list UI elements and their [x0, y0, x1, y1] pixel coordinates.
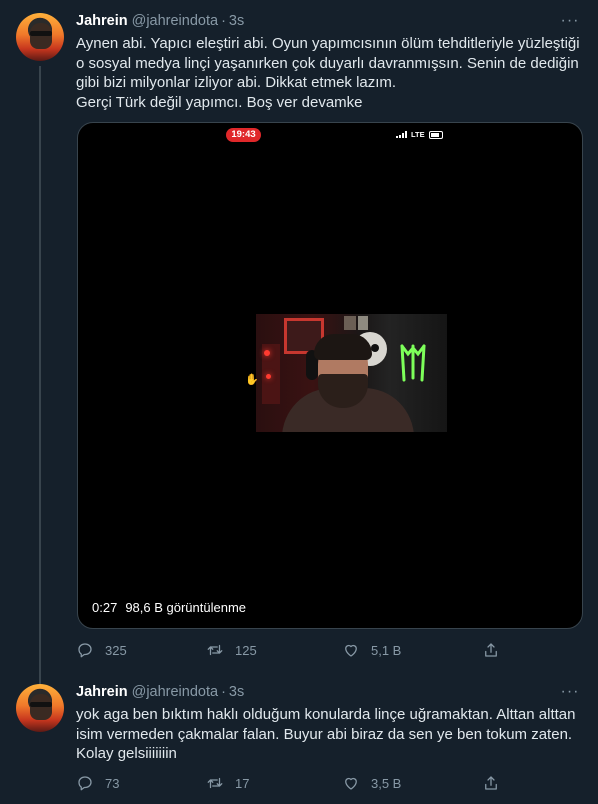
video-duration: 0:27	[92, 600, 118, 615]
like-count: 5,1 B	[371, 642, 402, 658]
like-button[interactable]: 5,1 B	[342, 640, 401, 660]
retweet-count: 125	[235, 642, 257, 658]
tweet-1[interactable]: Jahrein @jahreindota · 3s ··· Aynen abi.…	[0, 0, 598, 684]
monster-logo-icon	[400, 344, 426, 382]
avatar[interactable]	[16, 684, 64, 732]
tweet-timestamp[interactable]: 3s	[229, 684, 244, 700]
thread-connector	[39, 66, 41, 684]
signal-icon	[396, 131, 407, 138]
tweet-text-line: gibi bizi milyonlar izliyor abi. Dikkat …	[76, 74, 397, 91]
display-name[interactable]: Jahrein	[76, 684, 128, 700]
video-meta: 0:27 98,6 B görüntülenme	[92, 600, 246, 615]
separator-dot: ·	[221, 684, 226, 700]
like-button[interactable]: 3,5 B	[342, 773, 401, 793]
reply-button[interactable]: 73	[76, 773, 119, 793]
tweet-timestamp[interactable]: 3s	[229, 13, 244, 29]
tweet-text: Aynen abi. Yapıcı eleştiri abi. Oyun yap…	[76, 34, 581, 112]
retweet-icon	[207, 644, 223, 656]
avatar-face	[30, 694, 52, 720]
tweet-actions: 73 17 3,5 B	[76, 773, 516, 793]
mouse-cursor-icon: ✋	[245, 374, 259, 386]
heart-icon	[345, 777, 357, 790]
tweet-text-line: yok aga ben bıktım haklı olduğum konular…	[76, 706, 576, 723]
display-name[interactable]: Jahrein	[76, 13, 128, 29]
more-options-icon[interactable]: ···	[560, 684, 580, 700]
share-button[interactable]	[482, 773, 500, 793]
battery-icon	[428, 130, 443, 139]
reply-count: 73	[105, 775, 120, 791]
reply-icon	[78, 643, 92, 658]
user-handle[interactable]: @jahreindota	[132, 13, 218, 29]
tweet-2[interactable]: Jahrein @jahreindota · 3s ··· yok aga be…	[0, 684, 598, 804]
tweet-text-line: isim vermeden çakmalar falan. Buyur abi …	[76, 725, 573, 743]
reply-icon	[78, 776, 92, 791]
retweet-button[interactable]: 17	[206, 773, 249, 793]
avatar-face	[30, 23, 52, 49]
avatar[interactable]	[16, 13, 64, 61]
video-player[interactable]: 19:43 LTE ✋ 0:27 98,6 B görüntülenme	[77, 122, 583, 629]
more-options-icon[interactable]: ···	[560, 13, 580, 29]
retweet-icon	[207, 777, 223, 789]
phone-status-time: 19:43	[226, 128, 261, 142]
share-icon	[485, 776, 497, 790]
retweet-button[interactable]: 125	[206, 640, 257, 660]
network-label: LTE	[411, 130, 425, 139]
avatar-glasses	[30, 702, 52, 707]
tweet-text: yok aga ben bıktım haklı olduğum konular…	[76, 705, 581, 764]
reply-button[interactable]: 325	[76, 640, 127, 660]
share-button[interactable]	[482, 640, 500, 660]
webcam-video-frame	[256, 314, 447, 432]
tweet-text-line: Gerçi Türk değil yapımcı. Boş ver devamk…	[76, 93, 363, 111]
share-icon	[485, 643, 497, 657]
tweet-header: Jahrein @jahreindota · 3s	[76, 11, 244, 31]
reply-count: 325	[105, 642, 127, 658]
tweet-text-line: Aynen abi. Yapıcı eleştiri abi. Oyun yap…	[76, 35, 580, 52]
user-handle[interactable]: @jahreindota	[132, 684, 218, 700]
tweet-actions: 325 125 5,1 B	[76, 640, 516, 660]
tweet-header: Jahrein @jahreindota · 3s	[76, 682, 244, 702]
video-views: 98,6 B görüntülenme	[125, 600, 247, 615]
tweet-text-line: o sosyal medya linçi yaşanırken çok duya…	[76, 54, 579, 72]
like-count: 3,5 B	[371, 775, 402, 791]
heart-icon	[345, 644, 357, 657]
retweet-count: 17	[235, 775, 250, 791]
tweet-text-line: Kolay gelsiiiiiiin	[76, 745, 177, 762]
avatar-glasses	[30, 31, 52, 36]
separator-dot: ·	[221, 13, 226, 29]
phone-status-icons: LTE	[396, 130, 443, 139]
